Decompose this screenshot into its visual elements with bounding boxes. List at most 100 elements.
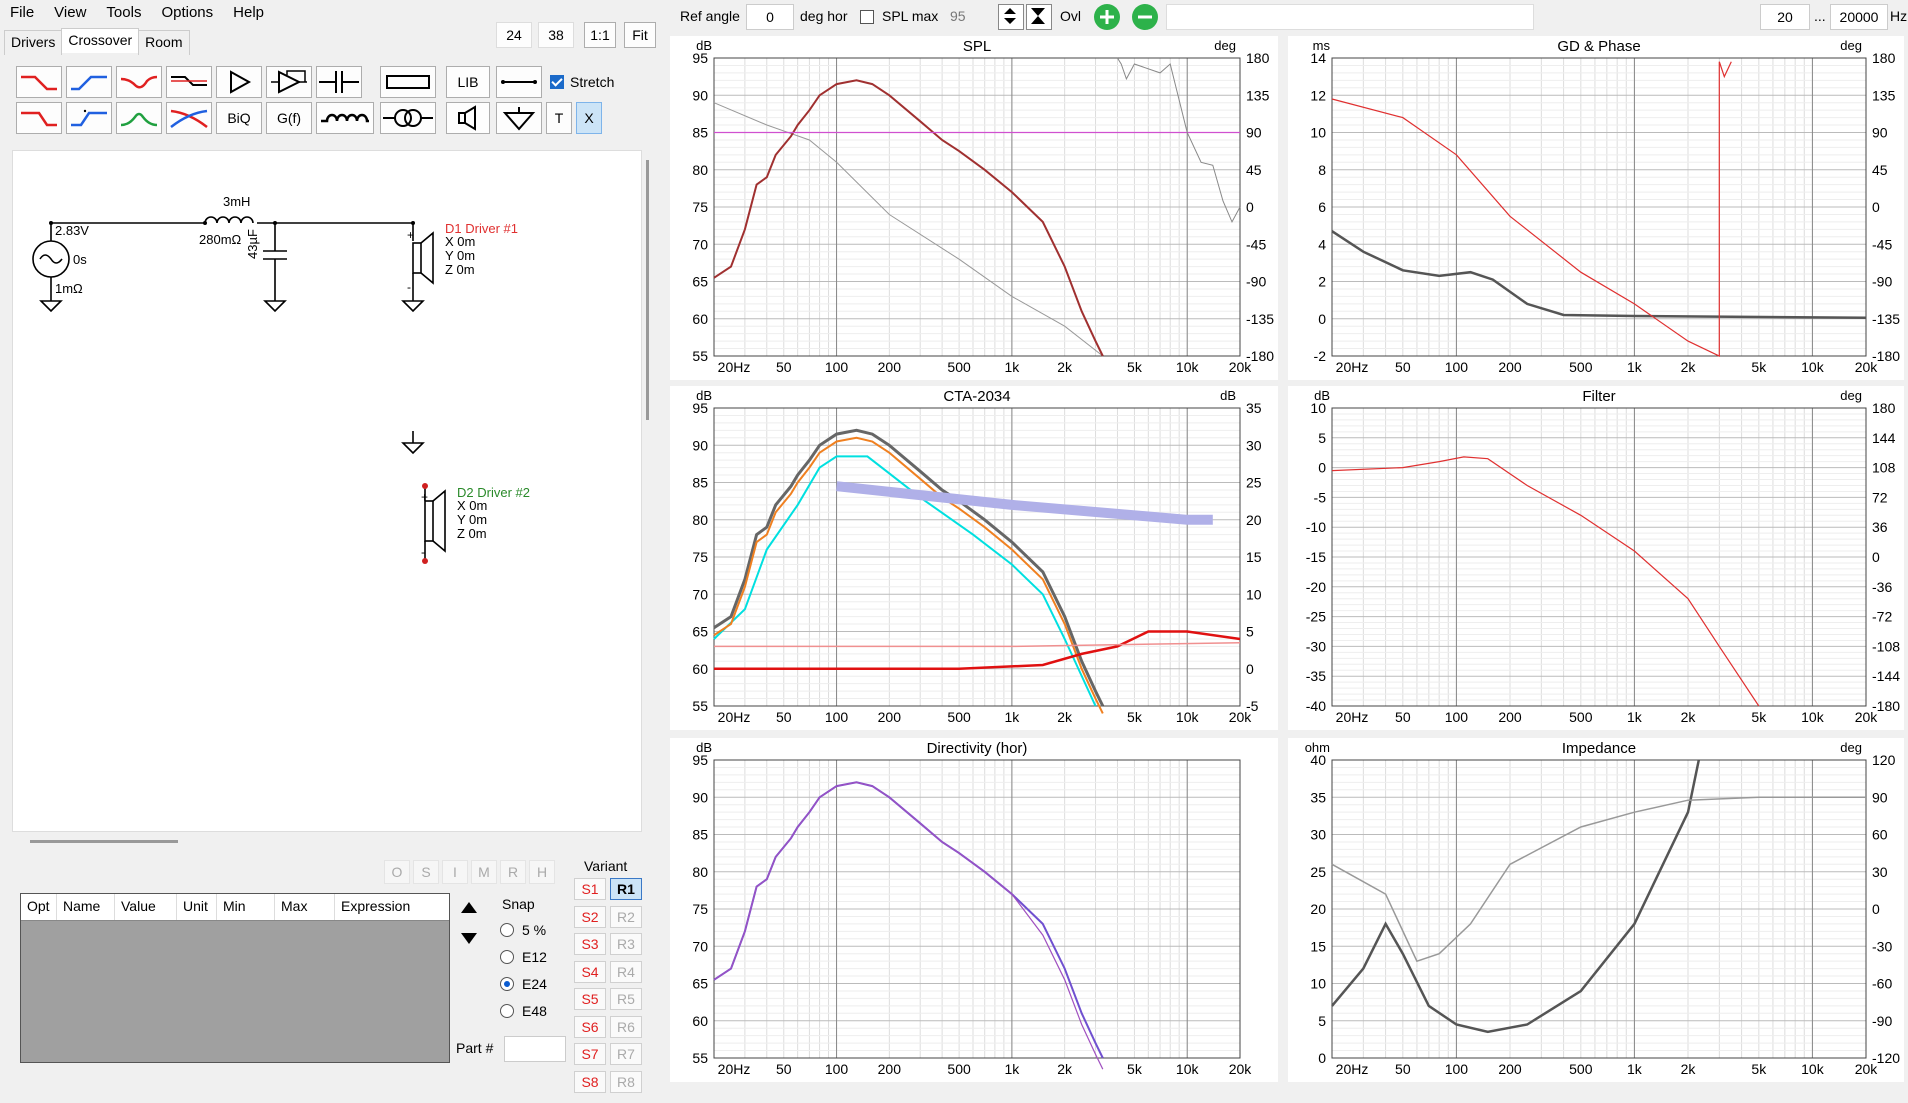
tab-drivers[interactable]: Drivers: [4, 30, 63, 55]
library-button[interactable]: LIB: [446, 66, 490, 98]
speaker-button[interactable]: [446, 102, 490, 134]
radio-off-icon[interactable]: [500, 923, 514, 937]
menu-view[interactable]: View: [44, 0, 96, 26]
schematic-canvas[interactable]: + - + - 2.83V 0s 1mΩ 3mH 280mΩ 43µF D1 D…: [12, 150, 642, 832]
mode-r-button[interactable]: R: [500, 860, 526, 884]
radio-on-icon[interactable]: [500, 977, 514, 991]
part-number-input[interactable]: [504, 1036, 566, 1062]
ref-angle-input[interactable]: 0: [746, 4, 794, 30]
zoom-38-button[interactable]: 38: [538, 22, 574, 48]
chart-cta[interactable]: CTA-2034 dB dB 95 90 85 80 75 70 65 60 55 35 30 25 20 15…: [670, 386, 1278, 730]
stretch-toggle[interactable]: Stretch: [550, 74, 614, 90]
col-value[interactable]: Value: [115, 894, 177, 920]
snap-option-e24[interactable]: E24: [500, 976, 547, 992]
chart-gd[interactable]: GD & Phase ms deg 14 12 10 8 6 4 2 0 -2 180 135 90 45 0-…: [1288, 36, 1904, 380]
allpass-button[interactable]: [166, 66, 212, 98]
transformer-button[interactable]: [380, 102, 436, 134]
col-unit[interactable]: Unit: [177, 894, 217, 920]
bandpass-button[interactable]: [116, 66, 162, 98]
menu-tools[interactable]: Tools: [96, 0, 151, 26]
y-tick-label: 55: [692, 698, 708, 714]
wire-button[interactable]: [496, 66, 542, 98]
highpass-button[interactable]: [66, 66, 112, 98]
variant-s3-button[interactable]: S3: [574, 933, 606, 955]
t-button[interactable]: T: [546, 102, 572, 134]
zoom-fit-button[interactable]: Fit: [624, 22, 656, 48]
chart-dir[interactable]: Directivity (hor) dB 95 90 85 80 75 70 65 60 55 20H…: [670, 738, 1278, 1082]
x-tick-label: 20Hz: [1336, 1061, 1369, 1077]
x-button[interactable]: X: [576, 102, 602, 134]
variant-s2-button[interactable]: S2: [574, 905, 606, 928]
highpass2-button[interactable]: [66, 102, 112, 134]
inductor-button[interactable]: [316, 102, 374, 134]
mode-s-button[interactable]: S: [413, 860, 439, 884]
variant-r2-button[interactable]: R2: [610, 905, 642, 928]
chart-imp[interactable]: Impedance ohm deg 40 35 30 25 20 15 10 5 0 120 90 60 30…: [1288, 738, 1904, 1082]
menu-file[interactable]: File: [0, 0, 44, 26]
variant-s5-button[interactable]: S5: [574, 988, 606, 1010]
variant-r6-button[interactable]: R6: [610, 1015, 642, 1038]
snap-option-e48[interactable]: E48: [500, 1003, 547, 1019]
variant-s6-button[interactable]: S6: [574, 1015, 606, 1038]
crossover-button[interactable]: [166, 102, 212, 134]
overlay-name-input[interactable]: [1166, 4, 1534, 30]
biquad-button[interactable]: BiQ: [216, 102, 262, 134]
menu-help[interactable]: Help: [223, 0, 274, 26]
variant-r1-button[interactable]: R1: [610, 878, 642, 900]
y2-tick-label: 35: [1246, 400, 1262, 416]
variant-r7-button[interactable]: R7: [610, 1043, 642, 1065]
zoom-24-button[interactable]: 24: [496, 22, 532, 48]
lowpass2-button[interactable]: [16, 102, 62, 134]
radio-off-icon[interactable]: [500, 950, 514, 964]
tab-room[interactable]: Room: [138, 30, 190, 55]
variant-s1-button[interactable]: S1: [574, 878, 606, 900]
variant-r8-button[interactable]: R8: [610, 1070, 642, 1093]
mode-i-button[interactable]: I: [442, 860, 468, 884]
spl-max-value[interactable]: 95: [950, 8, 966, 24]
freq-min-input[interactable]: 20: [1760, 4, 1810, 30]
snap-option-e12[interactable]: E12: [500, 949, 547, 965]
variant-r3-button[interactable]: R3: [610, 933, 642, 955]
col-min[interactable]: Min: [217, 894, 275, 920]
mode-m-button[interactable]: M: [471, 860, 497, 884]
col-opt[interactable]: Opt: [21, 894, 57, 920]
collapse-button[interactable]: [1026, 4, 1052, 30]
gf-button[interactable]: G(f): [266, 102, 312, 134]
chart-spl[interactable]: SPL dB deg 95 90 85 80 75 70 65 60 55 180 135 90 45 0 -45…: [670, 36, 1278, 380]
vertical-scrollbar[interactable]: [646, 160, 649, 420]
menu-options[interactable]: Options: [151, 0, 223, 26]
horizontal-scrollbar[interactable]: [30, 840, 178, 843]
spl-max-checkbox[interactable]: [860, 10, 874, 25]
lowpass-button[interactable]: [16, 66, 62, 98]
chart-filter[interactable]: Filter dB deg 10 5 0 -5 -10 -15 -20 -25 -30 -35 -40 18…: [1288, 386, 1904, 730]
bandpass2-button[interactable]: [116, 102, 162, 134]
stretch-checkbox[interactable]: [550, 75, 564, 89]
col-max[interactable]: Max: [275, 894, 335, 920]
variant-r5-button[interactable]: R5: [610, 988, 642, 1010]
speaker-icon: [458, 105, 476, 131]
col-name[interactable]: Name: [57, 894, 115, 920]
mode-h-button[interactable]: H: [529, 860, 555, 884]
variant-r4-button[interactable]: R4: [610, 960, 642, 983]
remove-overlay-button[interactable]: [1132, 4, 1158, 30]
radio-off-icon[interactable]: [500, 1004, 514, 1018]
add-overlay-button[interactable]: [1094, 4, 1120, 30]
ground-button[interactable]: [496, 102, 542, 134]
freq-max-input[interactable]: 20000: [1830, 4, 1888, 30]
variant-s4-button[interactable]: S4: [574, 960, 606, 983]
tab-crossover[interactable]: Crossover: [61, 28, 140, 53]
move-up-button[interactable]: [456, 894, 482, 920]
parameter-table[interactable]: Opt Name Value Unit Min Max Expression: [20, 893, 450, 1063]
variant-s7-button[interactable]: S7: [574, 1043, 606, 1065]
buffer-button[interactable]: [216, 66, 262, 98]
col-expression[interactable]: Expression: [335, 894, 449, 920]
move-down-button[interactable]: [456, 926, 482, 952]
zoom-1to1-button[interactable]: 1:1: [584, 22, 616, 48]
snap-option-5[interactable]: 5 %: [500, 922, 546, 938]
opamp-button[interactable]: [266, 66, 312, 98]
resistor-button[interactable]: [380, 66, 436, 98]
variant-s8-button[interactable]: S8: [574, 1070, 606, 1093]
mode-o-button[interactable]: O: [384, 860, 410, 884]
spin-updown-button[interactable]: [998, 4, 1024, 30]
capacitor-button[interactable]: [316, 66, 362, 98]
